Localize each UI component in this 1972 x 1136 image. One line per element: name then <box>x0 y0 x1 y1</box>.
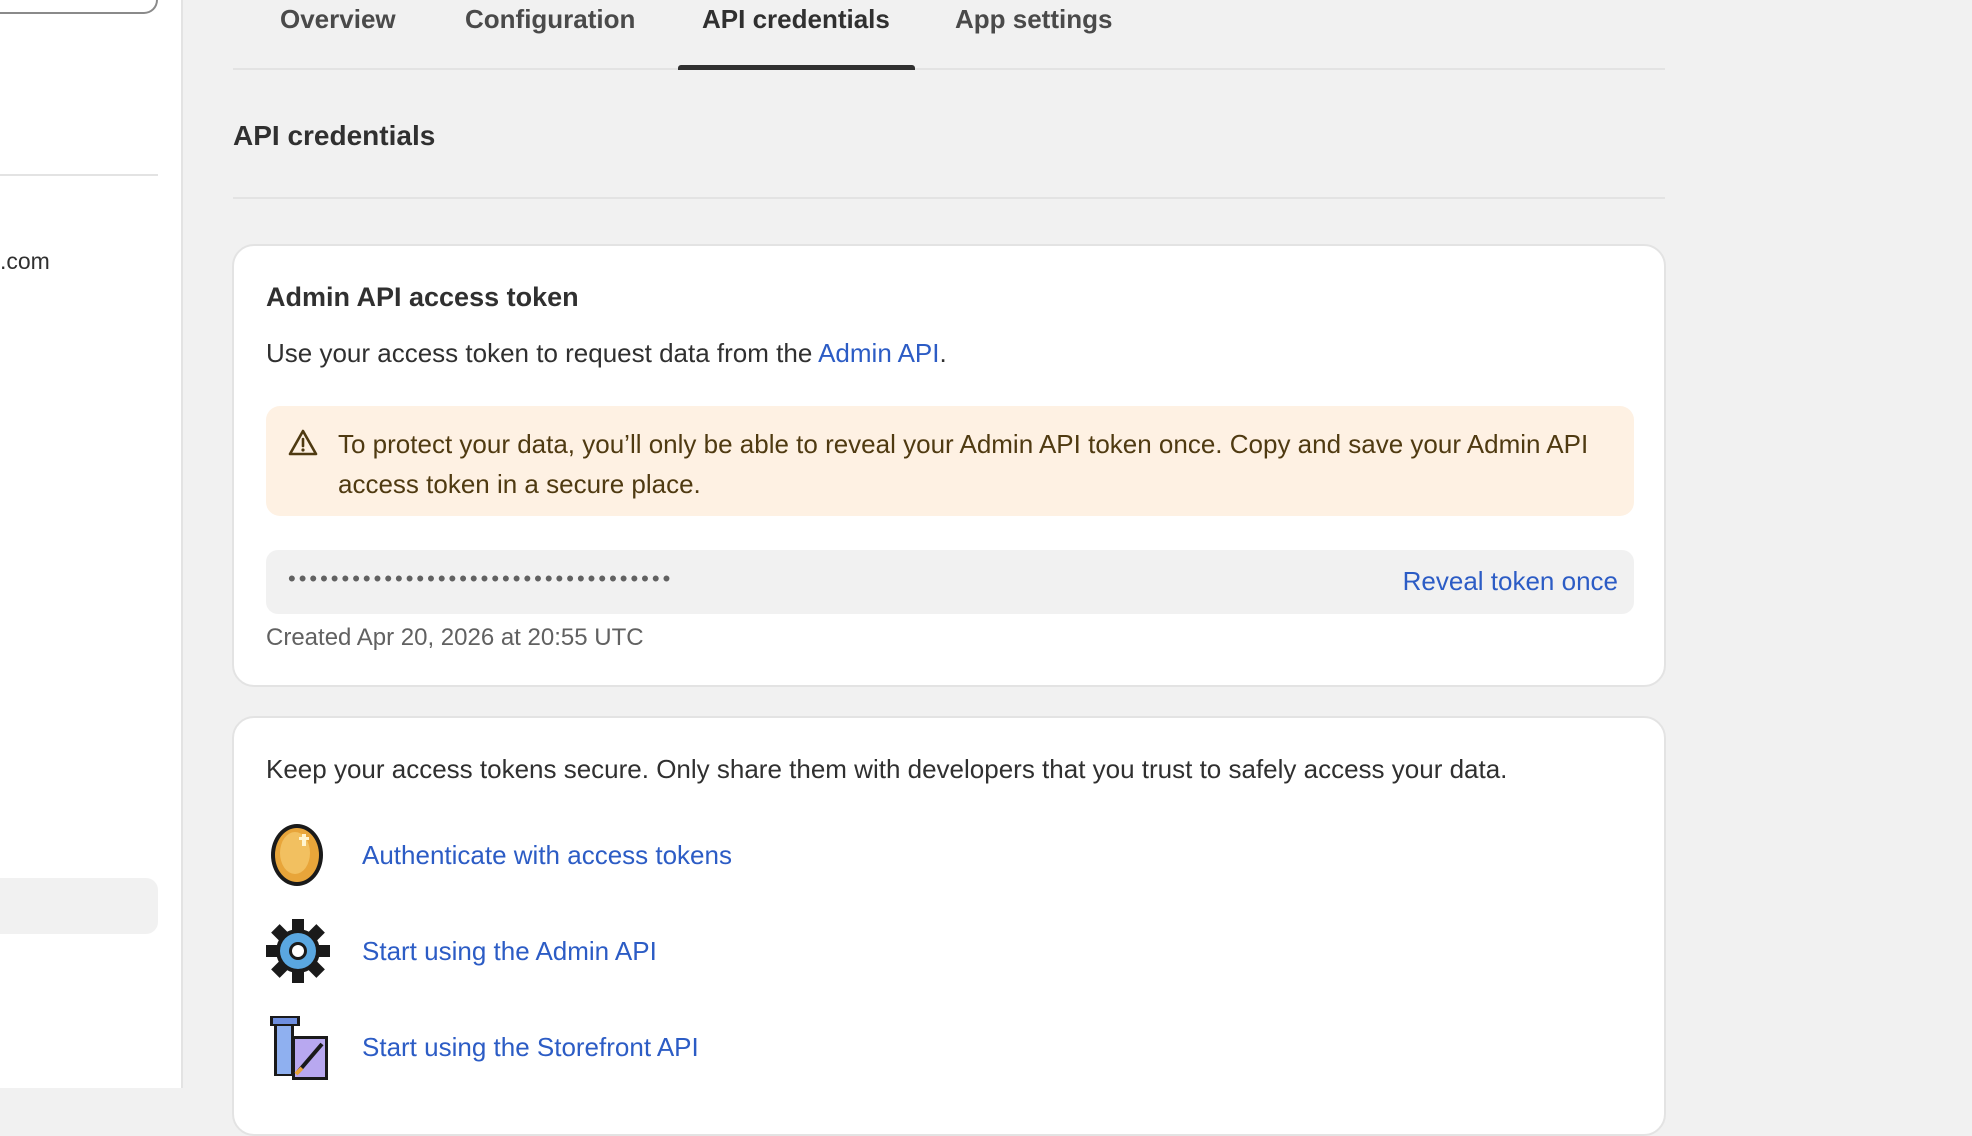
warning-banner: To protect your data, you’ll only be abl… <box>266 406 1634 516</box>
warning-icon <box>288 429 318 456</box>
gear-icon <box>266 919 330 983</box>
tab-api-credentials[interactable]: API credentials <box>702 4 890 35</box>
sidebar-divider <box>0 174 158 176</box>
token-field: •••••••••••••••••••••••••••••••••••• Rev… <box>266 550 1634 614</box>
coin-icon <box>271 824 323 886</box>
sidebar-search-input[interactable] <box>0 0 158 14</box>
tab-app-settings[interactable]: App settings <box>955 4 1112 35</box>
sidebar-store-domain: .com <box>0 248 50 274</box>
page-title: API credentials <box>233 120 436 151</box>
card-description-suffix: . <box>939 338 947 368</box>
resource-item-admin-api: Start using the Admin API <box>266 916 966 986</box>
reveal-token-button[interactable]: Reveal token once <box>1403 566 1618 597</box>
title-divider <box>233 197 1665 199</box>
active-tab-indicator <box>678 65 915 70</box>
tab-bar: Overview Configuration API credentials A… <box>233 0 1665 70</box>
access-token-card: Admin API access token Use your access t… <box>232 244 1666 687</box>
storefront-api-guide-link[interactable]: Start using the Storefront API <box>362 1032 699 1063</box>
scroll-icon <box>270 1016 328 1080</box>
sidebar-item-selected[interactable] <box>0 878 158 934</box>
card-description-text: Use your access token to request data fr… <box>266 338 819 368</box>
token-created-timestamp: Created Apr 20, 2026 at 20:55 UTC <box>266 624 644 651</box>
card-description: Use your access token to request data fr… <box>266 338 947 369</box>
authenticate-link[interactable]: Authenticate with access tokens <box>362 840 732 871</box>
resource-item-authenticate: Authenticate with access tokens <box>266 820 966 890</box>
token-masked-value: •••••••••••••••••••••••••••••••••••• <box>288 566 674 591</box>
tab-overview[interactable]: Overview <box>280 4 396 35</box>
resources-card: Keep your access tokens secure. Only sha… <box>232 716 1666 1136</box>
tab-configuration[interactable]: Configuration <box>465 4 635 35</box>
resource-item-storefront-api: Start using the Storefront API <box>266 1012 966 1082</box>
warning-text: To protect your data, you’ll only be abl… <box>338 429 1589 499</box>
resources-description: Keep your access tokens secure. Only sha… <box>266 754 1508 784</box>
admin-api-guide-link[interactable]: Start using the Admin API <box>362 936 657 967</box>
admin-api-link[interactable]: Admin API <box>818 338 939 368</box>
card-heading: Admin API access token <box>266 282 579 312</box>
sidebar: .com <box>0 0 183 1088</box>
